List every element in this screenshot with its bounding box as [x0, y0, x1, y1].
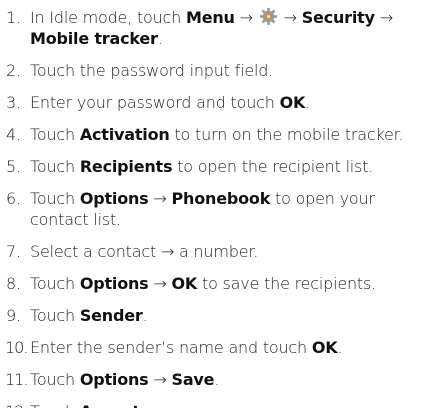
step-text-run: In Idle mode, touch [30, 8, 186, 27]
step-text-run: . [305, 93, 311, 112]
step-text: Enter the sender’s name and touch OK. [30, 338, 343, 357]
step-number: 4. [6, 125, 21, 144]
step-spacer [6, 113, 427, 124]
menu-term: Security [301, 8, 375, 27]
step-spacer [6, 326, 427, 337]
step-text: Touch Recipients to open the recipient l… [30, 157, 373, 176]
step-text-run: Touch [30, 402, 80, 408]
step-text: Touch Options → OK to save the recipient… [30, 274, 376, 293]
step-text-run: Touch [30, 306, 80, 325]
step-spacer [6, 262, 427, 273]
step-text-run: → [374, 8, 393, 27]
step-text-run: contact list. [30, 210, 121, 229]
step-text-run: Touch [30, 274, 80, 293]
step-number: 8. [6, 274, 21, 293]
step-text-run: → [148, 274, 172, 293]
step-number: 6. [6, 189, 21, 208]
step-text-run: → [234, 8, 258, 27]
list-item: 11. Touch Options → Save. [5, 369, 427, 390]
step-text-run: → [148, 370, 172, 389]
step-spacer [6, 230, 427, 241]
menu-term: Options [79, 370, 149, 389]
menu-term: Options [79, 274, 149, 293]
list-item: 8. Touch Options → OK to save the recipie… [6, 273, 427, 294]
step-text: Touch Activation to turn on the mobile t… [30, 125, 404, 144]
list-item: 5. Touch Recipients to open the recipient… [6, 156, 427, 177]
step-text-run: . [337, 338, 343, 357]
step-text: Touch Options → Phonebook to open your co… [30, 189, 375, 229]
step-number: 1. [6, 8, 21, 27]
list-item: 7. Select a contact → a number. [6, 241, 427, 262]
menu-term: Activation [79, 125, 170, 144]
step-text-run: . [142, 306, 148, 325]
menu-term: Phonebook [171, 189, 271, 208]
step-spacer [6, 145, 427, 156]
step-text-run: Select a contact → a number. [30, 242, 259, 261]
step-number: 10. [5, 338, 28, 357]
step-text-run: to open your [270, 189, 375, 208]
list-item: 2. Touch the password input field. [6, 60, 427, 81]
steps-list: 1. In Idle mode, touch Menu → → Security … [5, 7, 427, 408]
step-number: 12. [5, 401, 29, 408]
step-text: Enter your password and touch OK. [30, 93, 310, 112]
menu-term: Recipients [79, 157, 173, 176]
list-item: 3. Enter your password and touch OK. [6, 92, 427, 113]
step-text: Touch Accept. [30, 402, 145, 408]
step-text: Touch Options → Save. [30, 370, 219, 389]
step-number: 5. [6, 157, 21, 176]
step-spacer [6, 49, 427, 60]
step-text-run: → [278, 8, 302, 27]
step-spacer [6, 390, 427, 401]
step-text-run: Touch [30, 157, 80, 176]
step-number: 2. [6, 61, 21, 80]
list-item: 9. Touch Sender. [6, 305, 427, 326]
step-text: In Idle mode, touch Menu → → Security → … [30, 7, 393, 48]
step-text-run: Touch [30, 189, 80, 208]
step-number: 11. [5, 370, 28, 389]
menu-term: Menu [185, 8, 235, 27]
step-text-run: . [214, 370, 220, 389]
menu-term: Save [171, 370, 215, 389]
instruction-page: 1. In Idle mode, touch Menu → → Security … [0, 0, 433, 408]
step-text-run: Touch [30, 370, 80, 389]
menu-term: OK [171, 274, 198, 293]
list-item: 6. Touch Options → Phonebook to open your… [6, 188, 427, 230]
step-text-run: to turn on the mobile tracker. [169, 125, 404, 144]
step-text-run: Enter your password and touch [30, 93, 280, 112]
menu-term: Options [79, 189, 149, 208]
menu-term: Mobile tracker [30, 29, 158, 48]
step-text-run: Enter the sender’s name and touch [30, 338, 312, 357]
step-text: Select a contact → a number. [30, 242, 258, 261]
step-text-run: → [148, 189, 172, 208]
step-spacer [6, 358, 427, 369]
list-item: 10. Enter the sender’s name and touch OK. [5, 337, 427, 358]
step-text: Touch the password input field. [30, 61, 273, 80]
list-item: 4. Touch Activation to turn on the mobile… [6, 124, 427, 145]
step-number: 7. [6, 242, 21, 261]
settings-gear-icon [258, 7, 279, 27]
step-text: Touch Sender. [30, 306, 148, 325]
list-item: 12.Touch Accept. [5, 401, 427, 408]
step-text-run: Touch the password input field. [30, 61, 274, 80]
list-item: 1. In Idle mode, touch Menu → → Security … [6, 7, 427, 49]
step-text-run: to save the recipients. [197, 274, 377, 293]
step-text-run: Touch [30, 125, 80, 144]
step-text-run: to open the recipient list. [172, 157, 374, 176]
step-spacer [6, 81, 427, 92]
step-text-run: . [157, 29, 163, 48]
step-text-run: . [140, 402, 145, 408]
menu-term: Sender [79, 306, 143, 325]
menu-term: OK [279, 93, 306, 112]
step-spacer [6, 177, 427, 188]
step-number: 3. [6, 93, 21, 112]
step-spacer [6, 294, 427, 305]
menu-term: Accept [80, 402, 140, 408]
menu-term: OK [311, 338, 338, 357]
step-number: 9. [6, 306, 21, 325]
